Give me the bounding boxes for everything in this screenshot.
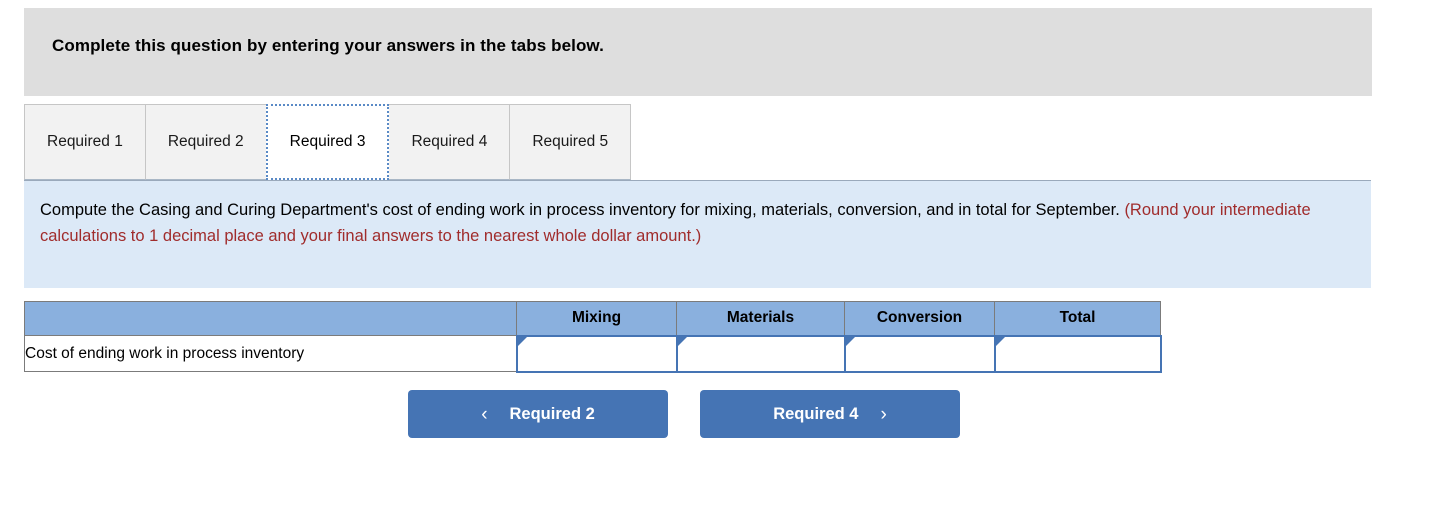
cell-mixing[interactable] bbox=[515, 334, 678, 373]
tab-required-3[interactable]: Required 3 bbox=[265, 104, 390, 180]
tab-required-5[interactable]: Required 5 bbox=[509, 104, 632, 180]
instruction-main-text: Compute the Casing and Curing Department… bbox=[40, 201, 1125, 219]
chevron-left-icon: ‹ bbox=[481, 403, 488, 425]
answer-table: Mixing Materials Conversion Total Cost o… bbox=[24, 301, 1162, 373]
question-page: Complete this question by entering your … bbox=[0, 0, 1448, 514]
cell-corner-marker-icon bbox=[995, 336, 1005, 346]
column-header-materials: Materials bbox=[676, 301, 845, 336]
tab-label: Required 1 bbox=[47, 133, 123, 150]
cell-corner-marker-icon bbox=[517, 336, 527, 346]
tab-required-2[interactable]: Required 2 bbox=[144, 104, 267, 180]
previous-required-label: Required 2 bbox=[509, 404, 595, 423]
tab-required-4[interactable]: Required 4 bbox=[388, 104, 511, 180]
cell-materials[interactable] bbox=[675, 334, 846, 373]
cell-corner-marker-icon bbox=[845, 336, 855, 346]
tab-label: Required 3 bbox=[289, 133, 366, 150]
input-total[interactable] bbox=[995, 336, 1160, 371]
required-tabs: Required 1 Required 2 Required 3 Require… bbox=[24, 104, 1372, 180]
row-label-ending-wip: Cost of ending work in process inventory bbox=[24, 335, 517, 372]
column-header-blank bbox=[24, 301, 517, 336]
previous-required-button[interactable]: ‹ Required 2 bbox=[408, 390, 668, 438]
column-header-total: Total bbox=[994, 301, 1161, 336]
table-header-row: Mixing Materials Conversion Total bbox=[24, 301, 1161, 336]
cell-conversion[interactable] bbox=[843, 334, 996, 373]
input-materials[interactable] bbox=[677, 336, 844, 371]
input-conversion[interactable] bbox=[845, 336, 994, 371]
tab-navigation: ‹ Required 2 Required 4 › bbox=[408, 390, 960, 438]
column-header-mixing: Mixing bbox=[516, 301, 677, 336]
tab-label: Required 5 bbox=[532, 133, 609, 150]
banner-title: Complete this question by entering your … bbox=[52, 36, 604, 55]
tab-label: Required 4 bbox=[411, 133, 488, 150]
cell-total[interactable] bbox=[993, 334, 1162, 373]
next-required-label: Required 4 bbox=[773, 404, 859, 423]
question-instruction: Compute the Casing and Curing Department… bbox=[24, 180, 1371, 288]
tab-required-1[interactable]: Required 1 bbox=[24, 104, 146, 180]
next-required-button[interactable]: Required 4 › bbox=[700, 390, 960, 438]
instruction-banner: Complete this question by entering your … bbox=[24, 8, 1372, 96]
cell-corner-marker-icon bbox=[677, 336, 687, 346]
tab-label: Required 2 bbox=[167, 133, 244, 150]
table-row: Cost of ending work in process inventory bbox=[24, 334, 1162, 373]
column-header-conversion: Conversion bbox=[844, 301, 995, 336]
chevron-right-icon: › bbox=[880, 403, 887, 425]
input-mixing[interactable] bbox=[517, 336, 676, 371]
